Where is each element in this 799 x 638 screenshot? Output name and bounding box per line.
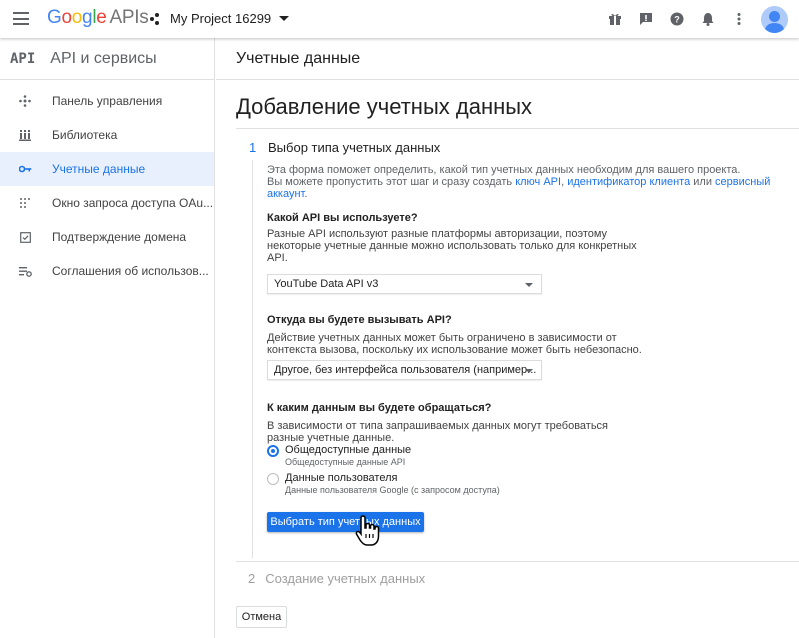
menu-icon[interactable] (13, 12, 29, 25)
step2-title: Создание учетных данных (265, 571, 426, 586)
library-icon (18, 128, 32, 142)
sidebar-item-credentials[interactable]: Учетные данные (0, 152, 214, 186)
sidebar-item-label: Окно запроса доступа OAu... (52, 196, 214, 210)
step-connector-line (252, 160, 253, 558)
select-credential-type-button[interactable]: Выбрать тип учетных данных (267, 512, 424, 532)
logo-letter: g (82, 7, 93, 28)
api-select[interactable]: YouTube Data API v3 (267, 274, 542, 294)
step2-number: 2 (248, 571, 256, 586)
sidebar-item-label: Учетные данные (52, 162, 146, 176)
top-app-bar: Google APIs My Project 16299 ? (0, 0, 799, 38)
divider (236, 561, 799, 562)
project-selector[interactable]: My Project 16299 (150, 11, 290, 26)
oauth-consent-icon (18, 196, 32, 210)
logo-letter: e (96, 7, 107, 28)
more-vert-icon[interactable] (730, 10, 748, 28)
project-icon (150, 12, 164, 25)
dropdown-arrow-icon (525, 369, 533, 373)
sidebar-item-oauth-consent[interactable]: Окно запроса доступа OAu... (0, 186, 214, 220)
radio-button-checked[interactable] (267, 445, 279, 457)
step1-number: 1 (249, 140, 257, 155)
question-data-desc: В зависимости от типа запрашиваемых данн… (267, 420, 609, 444)
question-caller-desc: Действие учетных данных может быть огран… (267, 332, 642, 356)
intro-separator: или (690, 176, 716, 188)
intro-line1: Эта форма поможет определить, какой тип … (267, 164, 741, 176)
logo-letter: o (61, 7, 72, 28)
avatar[interactable] (761, 5, 788, 33)
sidebar: API API и сервисы Панель управления Библ… (0, 38, 215, 638)
intro-text: Вы можете пропустить этот шаг и сразу со… (267, 176, 516, 188)
question-api-title: Какой API вы используете? (267, 212, 418, 224)
question-caller-title: Откуда вы будете вызывать API? (267, 314, 452, 326)
api-logo: API (10, 50, 36, 67)
help-icon[interactable]: ? (668, 10, 686, 28)
main-content: Добавление учетных данных 1 Выбор типа у… (216, 80, 799, 638)
google-apis-logo[interactable]: Google APIs (47, 7, 149, 29)
notifications-icon[interactable] (699, 10, 717, 28)
sidebar-item-label: Библиотека (52, 128, 118, 142)
feedback-icon[interactable] (637, 10, 655, 28)
sidebar-item-library[interactable]: Библиотека (0, 118, 214, 152)
api-select-value: YouTube Data API v3 (274, 278, 379, 290)
dashboard-icon (18, 94, 32, 108)
radio-user-data[interactable]: Данные пользователя Данные пользователя … (267, 472, 500, 496)
radio-label: Общедоступные данные (285, 444, 412, 456)
intro-line2: Вы можете пропустить этот шаг и сразу со… (267, 176, 777, 200)
domain-verification-icon (18, 230, 32, 244)
cancel-button[interactable]: Отмена (236, 606, 287, 628)
sidebar-header: API API и сервисы (0, 38, 214, 80)
client-id-link[interactable]: идентификатор клиента (567, 176, 690, 188)
project-name: My Project 16299 (170, 11, 272, 26)
intro-separator: . (304, 188, 308, 200)
sidebar-item-label: Панель управления (52, 94, 163, 108)
content-header: Учетные данные (216, 38, 799, 80)
key-icon (18, 162, 32, 176)
radio-button-unchecked[interactable] (267, 473, 279, 485)
divider (236, 128, 799, 129)
radio-label: Данные пользователя (285, 472, 398, 484)
sidebar-title: API и сервисы (50, 49, 157, 67)
radio-sublabel: Общедоступные данные API (285, 457, 406, 467)
sidebar-item-dashboard[interactable]: Панель управления (0, 84, 214, 118)
question-api-desc: Разные API используют разные платформы а… (267, 228, 637, 264)
chevron-down-icon (279, 16, 290, 21)
step1-intro: Эта форма поможет определить, какой тип … (267, 164, 777, 200)
header-title: Учетные данные (236, 49, 361, 67)
gift-icon[interactable] (606, 10, 624, 28)
sidebar-item-domain-verification[interactable]: Подтверждение домена (0, 220, 214, 254)
step1-title: Выбор типа учетных данных (268, 140, 441, 155)
radio-sublabel: Данные пользователя Google (с запросом д… (285, 485, 500, 495)
svg-text:?: ? (674, 15, 680, 25)
sidebar-item-label: Подтверждение домена (52, 230, 187, 244)
logo-letter: o (71, 7, 83, 28)
sidebar-item-agreements[interactable]: Соглашения об использов... (0, 254, 214, 288)
step2-header[interactable]: 2 Создание учетных данных (248, 571, 425, 586)
dropdown-arrow-icon (525, 283, 533, 287)
sidebar-item-label: Соглашения об использов... (52, 264, 209, 278)
question-data-title: К каким данным вы будете обращаться? (267, 402, 492, 414)
logo-letter: G (47, 7, 62, 28)
radio-public-data[interactable]: Общедоступные данные Общедоступные данны… (267, 444, 411, 468)
agreements-icon (18, 264, 32, 278)
api-key-link[interactable]: ключ API (515, 176, 561, 188)
page-title: Добавление учетных данных (236, 94, 533, 119)
caller-select[interactable]: Другое, без интерфейса пользователя (нап… (267, 360, 542, 380)
caller-select-value: Другое, без интерфейса пользователя (нап… (274, 364, 537, 376)
logo-apis-text: APIs (109, 7, 149, 28)
